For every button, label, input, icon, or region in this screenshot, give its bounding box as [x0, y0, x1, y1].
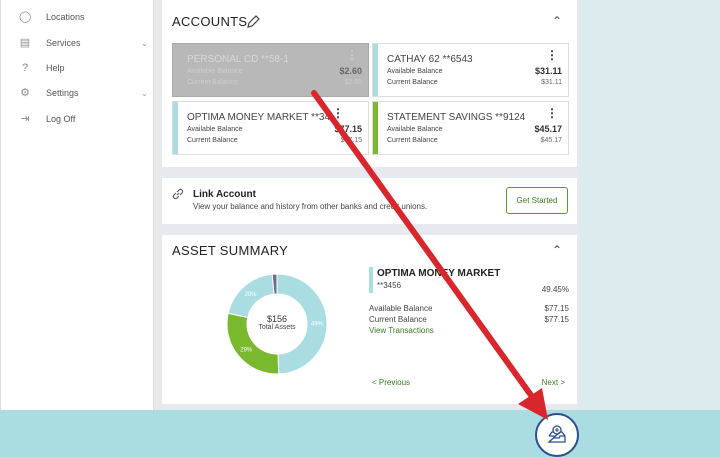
annotation-arrow — [311, 90, 548, 420]
